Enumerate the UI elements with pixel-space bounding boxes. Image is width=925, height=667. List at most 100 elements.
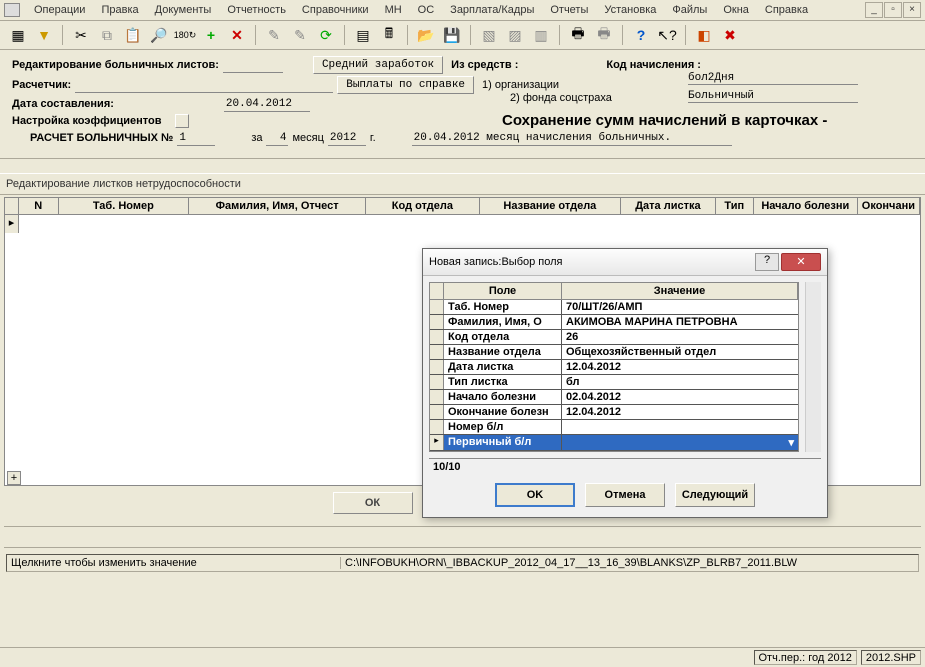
menu-item[interactable]: ОС	[410, 2, 443, 18]
table-icon[interactable]: ▤	[353, 25, 373, 45]
menu-item[interactable]: Установка	[596, 2, 664, 18]
dialog-field-label: Первичный б/л	[444, 435, 562, 450]
month-input[interactable]	[266, 130, 288, 146]
dialog-row[interactable]: Начало болезни02.04.2012	[430, 390, 798, 405]
col-header[interactable]: Код отдела	[366, 198, 479, 214]
col-header[interactable]: Окончани	[858, 198, 920, 214]
col-header[interactable]: Начало болезни	[754, 198, 858, 214]
find-icon[interactable]: 🔎	[149, 25, 169, 45]
filter-icon[interactable]: ▼	[34, 25, 54, 45]
menu-item[interactable]: Документы	[147, 2, 220, 18]
remark-input[interactable]	[412, 130, 732, 146]
dialog-next-button[interactable]: Следующий	[675, 483, 755, 507]
menu-item[interactable]: Отчеты	[542, 2, 596, 18]
dialog-row[interactable]: Первичный б/л▾	[430, 435, 798, 451]
menu-bar: Операции Правка Документы Отчетность Спр…	[0, 0, 925, 21]
code-value-2[interactable]: Больничный	[688, 90, 858, 103]
dialog-help-button[interactable]: ?	[755, 253, 779, 271]
col-header[interactable]: N	[19, 198, 59, 214]
menu-item[interactable]: Окна	[715, 2, 757, 18]
add-row-button[interactable]: +	[7, 471, 21, 485]
dialog-row[interactable]: Номер б/л	[430, 420, 798, 435]
wand-icon[interactable]: ✎	[264, 25, 284, 45]
app2-icon[interactable]: ✖	[720, 25, 740, 45]
col-header[interactable]: Тип	[716, 198, 754, 214]
title-input[interactable]	[223, 57, 283, 73]
year-input[interactable]	[328, 130, 366, 146]
grid-icon[interactable]: ▦	[8, 25, 28, 45]
dialog-close-button[interactable]: ✕	[781, 253, 821, 271]
app1-icon[interactable]: ◧	[694, 25, 714, 45]
menu-item[interactable]: Файлы	[664, 2, 715, 18]
menu-item[interactable]: Зарплата/Кадры	[442, 2, 542, 18]
reload-icon[interactable]: ⟳	[316, 25, 336, 45]
menu-item[interactable]: Справочники	[294, 2, 377, 18]
dialog-field-value[interactable]: 12.04.2012	[562, 360, 798, 374]
close-button[interactable]: ×	[903, 2, 921, 18]
dialog-titlebar[interactable]: Новая запись:Выбор поля ? ✕	[423, 249, 827, 276]
menu-item[interactable]: Операции	[26, 2, 93, 18]
dialog-row[interactable]: Дата листка12.04.2012	[430, 360, 798, 375]
col-header[interactable]: Фамилия, Имя, Отчест	[189, 198, 366, 214]
dialog-row[interactable]: Тип листкабл	[430, 375, 798, 390]
restore-button[interactable]: ▫	[884, 2, 902, 18]
dialog-field-value[interactable]: бл	[562, 375, 798, 389]
ok-button[interactable]: ОК	[333, 492, 413, 514]
doc2-icon[interactable]: ▨	[505, 25, 525, 45]
col-header[interactable]: Дата листка	[621, 198, 716, 214]
help-icon[interactable]: ?	[631, 25, 651, 45]
refresh-icon[interactable]: 180↻	[175, 25, 195, 45]
coef-label: Настройка коэффициентов	[12, 115, 161, 127]
dialog-row[interactable]: Код отдела26	[430, 330, 798, 345]
save-icon[interactable]: 💾	[442, 25, 462, 45]
delete-icon[interactable]: ✕	[227, 25, 247, 45]
dialog-scrollbar[interactable]	[805, 282, 821, 452]
coef-box[interactable]	[175, 114, 189, 128]
menu-item[interactable]: Правка	[93, 2, 146, 18]
dialog-field-value[interactable]	[562, 420, 798, 434]
menu-item[interactable]: Отчетность	[219, 2, 294, 18]
open-icon[interactable]: 📂	[416, 25, 436, 45]
col-header[interactable]: Таб. Номер	[59, 198, 189, 214]
add-icon[interactable]: +	[201, 25, 221, 45]
date-label: Дата составления:	[12, 98, 114, 110]
dialog-col-value[interactable]: Значение	[562, 283, 798, 299]
avg-earnings-button[interactable]: Средний заработок	[313, 56, 443, 74]
edit-icon[interactable]: ✎	[290, 25, 310, 45]
print-icon[interactable]: 🖶	[568, 25, 588, 45]
dialog-cancel-button[interactable]: Отмена	[585, 483, 665, 507]
dialog-field-value[interactable]: Общехозяйственный отдел	[562, 345, 798, 359]
menu-item[interactable]: МН	[377, 2, 410, 18]
payer-input[interactable]	[75, 77, 333, 93]
doc-icon[interactable]: ▧	[479, 25, 499, 45]
payments-button[interactable]: Выплаты по справке	[337, 76, 474, 94]
dialog-field-value[interactable]: 12.04.2012	[562, 405, 798, 419]
dialog-col-field[interactable]: Поле	[444, 283, 562, 299]
cut-icon[interactable]: ✂	[71, 25, 91, 45]
dialog-field-value[interactable]: 26	[562, 330, 798, 344]
minimize-button[interactable]: _	[865, 2, 883, 18]
dialog-field-label: Номер б/л	[444, 420, 562, 434]
dialog-field-value[interactable]: 02.04.2012	[562, 390, 798, 404]
print2-icon[interactable]: 🖶	[594, 25, 614, 45]
dialog-field-value[interactable]: ▾	[562, 435, 798, 450]
pointer-icon[interactable]: ↖?	[657, 25, 677, 45]
col-header[interactable]: Название отдела	[480, 198, 622, 214]
code-value-1[interactable]: бол2Дня	[688, 72, 858, 85]
copy-icon[interactable]: ⧉	[97, 25, 117, 45]
dialog-ok-button[interactable]: OK	[495, 483, 575, 507]
dialog-row[interactable]: Таб. Номер70/ШТ/26/АМП	[430, 300, 798, 315]
dialog-row[interactable]: Название отделаОбщехозяйственный отдел	[430, 345, 798, 360]
dialog-field-label: Таб. Номер	[444, 300, 562, 314]
dialog-row[interactable]: Фамилия, Имя, ОАКИМОВА МАРИНА ПЕТРОВНА	[430, 315, 798, 330]
row-marker[interactable]: ▸	[5, 215, 19, 233]
paste-icon[interactable]: 📋	[123, 25, 143, 45]
calc-icon[interactable]: 🖩	[379, 25, 399, 45]
dialog-field-value[interactable]: АКИМОВА МАРИНА ПЕТРОВНА	[562, 315, 798, 329]
date-input[interactable]	[224, 96, 310, 112]
doc3-icon[interactable]: ▥	[531, 25, 551, 45]
menu-item[interactable]: Справка	[757, 2, 816, 18]
dialog-field-value[interactable]: 70/ШТ/26/АМП	[562, 300, 798, 314]
calc-no-input[interactable]	[177, 130, 215, 146]
dialog-row[interactable]: Окончание болезн12.04.2012	[430, 405, 798, 420]
